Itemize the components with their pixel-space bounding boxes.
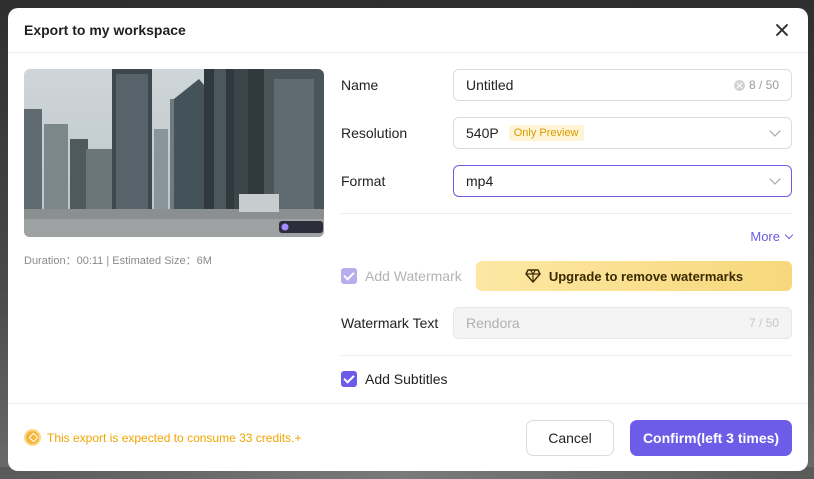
- form-divider: [341, 355, 792, 356]
- city-thumbnail-image: [24, 69, 324, 237]
- watermark-text-input[interactable]: Rendora 7 / 50: [453, 307, 792, 339]
- watermark-text-row: Watermark Text Rendora 7 / 50: [341, 307, 792, 339]
- name-value: Untitled: [466, 77, 514, 93]
- upgrade-watermark-button[interactable]: Upgrade to remove watermarks: [476, 261, 792, 291]
- watermark-text-counter: 7 / 50: [748, 316, 779, 330]
- credits-notice: This export is expected to consume 33 cr…: [24, 429, 301, 446]
- chevron-down-icon: [784, 230, 794, 239]
- name-counter: 8 / 50: [733, 78, 779, 92]
- add-watermark-label: Add Watermark: [365, 268, 462, 284]
- resolution-select[interactable]: 540P Only Preview: [453, 117, 792, 149]
- form-divider: [341, 213, 792, 214]
- only-preview-badge: Only Preview: [508, 125, 584, 141]
- name-input[interactable]: Untitled 8 / 50: [453, 69, 792, 101]
- diamond-icon: [525, 269, 541, 283]
- watermark-row: Add Watermark Upgrade to remove watermar…: [341, 260, 792, 292]
- cancel-button[interactable]: Cancel: [526, 420, 614, 456]
- close-icon[interactable]: [772, 20, 792, 40]
- format-value: mp4: [466, 173, 494, 189]
- subtitles-row: Add Subtitles: [341, 363, 792, 395]
- clear-icon[interactable]: [733, 79, 745, 91]
- credits-text[interactable]: This export is expected to consume 33 cr…: [47, 431, 301, 445]
- coin-icon: [24, 429, 41, 446]
- watermark-text-label: Watermark Text: [341, 315, 439, 331]
- format-label: Format: [341, 173, 386, 189]
- resolution-label: Resolution: [341, 125, 408, 141]
- resolution-value: 540P: [466, 125, 499, 141]
- watermark-text-placeholder: Rendora: [466, 315, 520, 331]
- chevron-down-icon: [769, 125, 781, 137]
- more-toggle[interactable]: More: [750, 229, 794, 244]
- video-preview[interactable]: [24, 69, 324, 237]
- chevron-down-icon: [769, 173, 781, 185]
- dialog-title: Export to my workspace: [24, 22, 186, 38]
- export-dialog: Export to my workspace Duration：00:11 | …: [8, 8, 808, 471]
- dialog-header: Export to my workspace: [8, 8, 808, 53]
- add-watermark-checkbox[interactable]: [341, 268, 357, 284]
- upgrade-label: Upgrade to remove watermarks: [548, 268, 744, 284]
- confirm-button[interactable]: Confirm(left 3 times): [630, 420, 792, 456]
- name-counter-text: 8 / 50: [748, 78, 779, 92]
- preview-meta: Duration：00:11 | Estimated Size：6M: [24, 255, 212, 267]
- name-label: Name: [341, 77, 379, 93]
- resolution-row: Resolution 540P Only Preview: [341, 117, 792, 149]
- dialog-footer: This export is expected to consume 33 cr…: [8, 403, 808, 471]
- more-label: More: [750, 229, 780, 244]
- add-subtitles-checkbox[interactable]: [341, 371, 357, 387]
- add-subtitles-label: Add Subtitles: [365, 371, 448, 387]
- format-select[interactable]: mp4: [453, 165, 792, 197]
- format-row: Format mp4: [341, 165, 792, 197]
- name-row: Name Untitled 8 / 50: [341, 69, 792, 101]
